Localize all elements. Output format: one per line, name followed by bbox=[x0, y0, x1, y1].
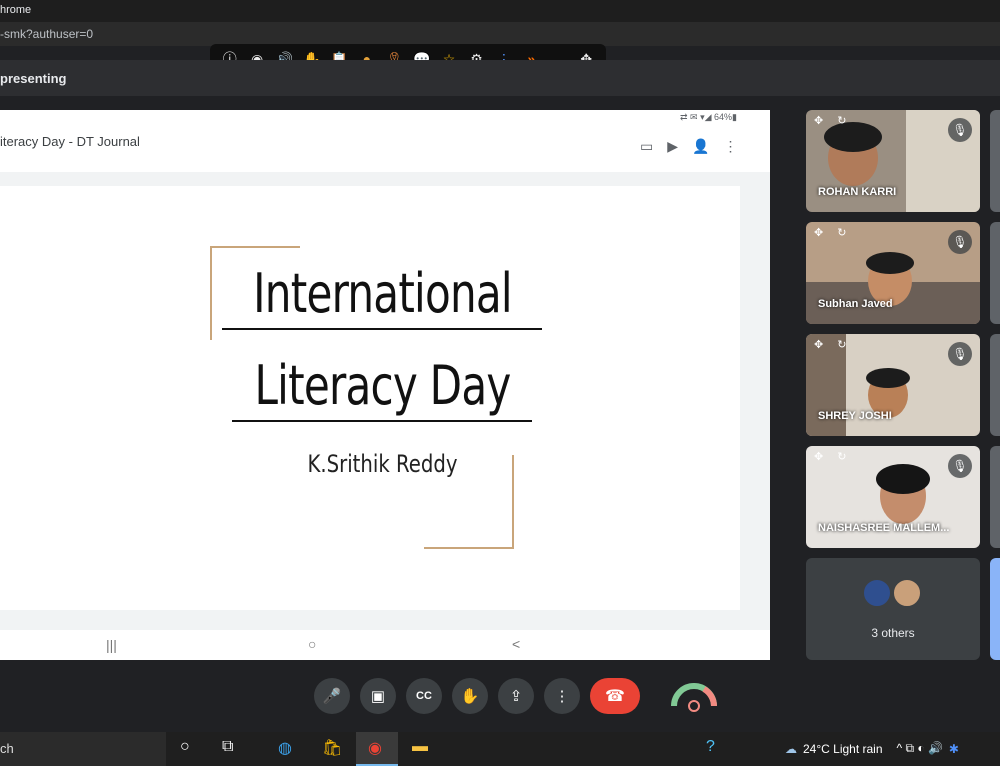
raise-hand-button[interactable]: ✋ bbox=[452, 678, 488, 714]
cortana-icon[interactable]: ○ bbox=[180, 738, 190, 756]
refresh-icon[interactable]: ↻ bbox=[837, 114, 846, 127]
presenting-label: presenting bbox=[0, 71, 67, 86]
avatar bbox=[862, 578, 892, 608]
slide-frame-corner bbox=[424, 547, 514, 549]
end-call-button[interactable]: ☎ bbox=[590, 678, 640, 714]
tile-controls: ✥ ↻ bbox=[814, 114, 846, 127]
add-person-icon[interactable]: 👤 bbox=[692, 138, 709, 155]
tile-controls: ✥ ↻ bbox=[814, 226, 846, 239]
title-underline bbox=[222, 328, 542, 330]
overflow-menu-icon[interactable]: ⋮ bbox=[723, 138, 737, 155]
refresh-icon[interactable]: ↻ bbox=[837, 450, 846, 463]
hair bbox=[876, 464, 930, 494]
others-tile[interactable]: 3 others bbox=[806, 558, 980, 660]
present-button[interactable]: ⇪ bbox=[498, 678, 534, 714]
back-nav-icon[interactable]: < bbox=[512, 636, 520, 652]
hair bbox=[866, 368, 910, 388]
hair bbox=[866, 252, 914, 274]
slide-frame-corner bbox=[210, 246, 300, 248]
edge-icon[interactable]: ◍ bbox=[278, 738, 292, 758]
tile-controls: ✥ ↻ bbox=[814, 338, 846, 351]
bluetooth-icon[interactable]: ✱ bbox=[949, 742, 959, 756]
chrome-icon: ◉ bbox=[368, 740, 382, 757]
search-text[interactable]: ch bbox=[0, 741, 14, 756]
participant-name: SHREY JOSHI bbox=[818, 410, 892, 422]
refresh-icon[interactable]: ↻ bbox=[837, 226, 846, 239]
system-tray: ☁ 24°C Light rain ^ ⧉ ◐ 🔊 ✱ bbox=[785, 741, 959, 756]
offscreen-tile bbox=[990, 446, 1000, 548]
offscreen-tile bbox=[990, 334, 1000, 436]
address-text[interactable]: -smk?authuser=0 bbox=[0, 27, 93, 41]
tray-icons[interactable]: ^ ⧉ ◐ 🔊 bbox=[897, 741, 943, 756]
participant-tile[interactable]: ✥ ↻ 🎙 NAISHASREE MALLEM... bbox=[806, 446, 980, 548]
pin-icon[interactable]: ✥ bbox=[814, 226, 823, 239]
participant-name: ROHAN KARRI bbox=[818, 186, 897, 198]
browser-title-bar: hrome bbox=[0, 0, 1000, 22]
mic-muted-icon: 🎙 bbox=[948, 118, 972, 142]
others-count: 3 others bbox=[871, 626, 915, 640]
chrome-taskbar-item[interactable]: ◉ bbox=[356, 732, 398, 766]
captions-button[interactable]: CC bbox=[406, 678, 442, 714]
slide-frame-corner bbox=[210, 246, 212, 340]
camera-button[interactable]: ▣ bbox=[360, 678, 396, 714]
store-icon[interactable]: 🛍 bbox=[322, 738, 342, 758]
pin-icon[interactable]: ✥ bbox=[814, 450, 823, 463]
mic-muted-icon: 🎙 bbox=[948, 454, 972, 478]
pin-icon[interactable]: ✥ bbox=[814, 114, 823, 127]
help-icon[interactable]: ? bbox=[706, 738, 715, 756]
participant-tile[interactable]: ✥ ↻ 🎙 ROHAN KARRI bbox=[806, 110, 980, 212]
more-options-button[interactable]: ⋮ bbox=[544, 678, 580, 714]
weather-icon[interactable]: ☁ bbox=[785, 742, 797, 756]
offscreen-tile bbox=[990, 558, 1000, 660]
mic-muted-icon: 🎙 bbox=[948, 342, 972, 366]
app-toolbar: ▭ ▶ 👤 ⋮ bbox=[640, 138, 737, 155]
activity-gauge-icon[interactable] bbox=[668, 676, 720, 716]
offscreen-tile bbox=[990, 222, 1000, 324]
slide-title-line-1: International bbox=[253, 262, 512, 325]
slide-title-line-2: Literacy Day bbox=[254, 354, 511, 417]
offscreen-tile bbox=[990, 110, 1000, 212]
recents-nav-icon[interactable]: ||| bbox=[106, 637, 117, 653]
address-bar[interactable]: -smk?authuser=0 bbox=[0, 22, 1000, 46]
browser-title: hrome bbox=[0, 4, 32, 16]
tile-controls: ✥ ↻ bbox=[814, 450, 846, 463]
refresh-icon[interactable]: ↻ bbox=[837, 338, 846, 351]
document-title: iteracy Day - DT Journal bbox=[0, 134, 140, 149]
title-underline bbox=[232, 420, 532, 422]
participant-tile[interactable]: ✥ ↻ 🎙 Subhan Javed bbox=[806, 222, 980, 324]
file-explorer-icon[interactable]: ▬ bbox=[412, 738, 428, 756]
pin-icon[interactable]: ✥ bbox=[814, 338, 823, 351]
participant-name: NAISHASREE MALLEM... bbox=[818, 522, 950, 534]
mic-muted-icon: 🎙 bbox=[948, 230, 972, 254]
task-view-icon[interactable]: ⧉ bbox=[222, 738, 233, 756]
participant-tile[interactable]: ✥ ↻ 🎙 SHREY JOSHI bbox=[806, 334, 980, 436]
phone-nav-bar: ||| ○ < bbox=[0, 630, 770, 660]
phone-status-bar: ⇄ ✉ ▾◢ 64%▮ bbox=[680, 112, 737, 122]
presenting-bar: presenting bbox=[0, 60, 1000, 96]
weather-text[interactable]: 24°C Light rain bbox=[803, 742, 883, 756]
home-nav-icon[interactable]: ○ bbox=[308, 636, 316, 652]
avatar bbox=[892, 578, 922, 608]
taskbar-search[interactable]: ch bbox=[0, 732, 166, 766]
cast-icon[interactable]: ▭ bbox=[640, 138, 653, 155]
participant-name: Subhan Javed bbox=[818, 298, 893, 310]
play-icon[interactable]: ▶ bbox=[667, 138, 678, 155]
microphone-button[interactable]: 🎤 bbox=[314, 678, 350, 714]
slide-author: K.Srithik Reddy bbox=[307, 450, 458, 478]
